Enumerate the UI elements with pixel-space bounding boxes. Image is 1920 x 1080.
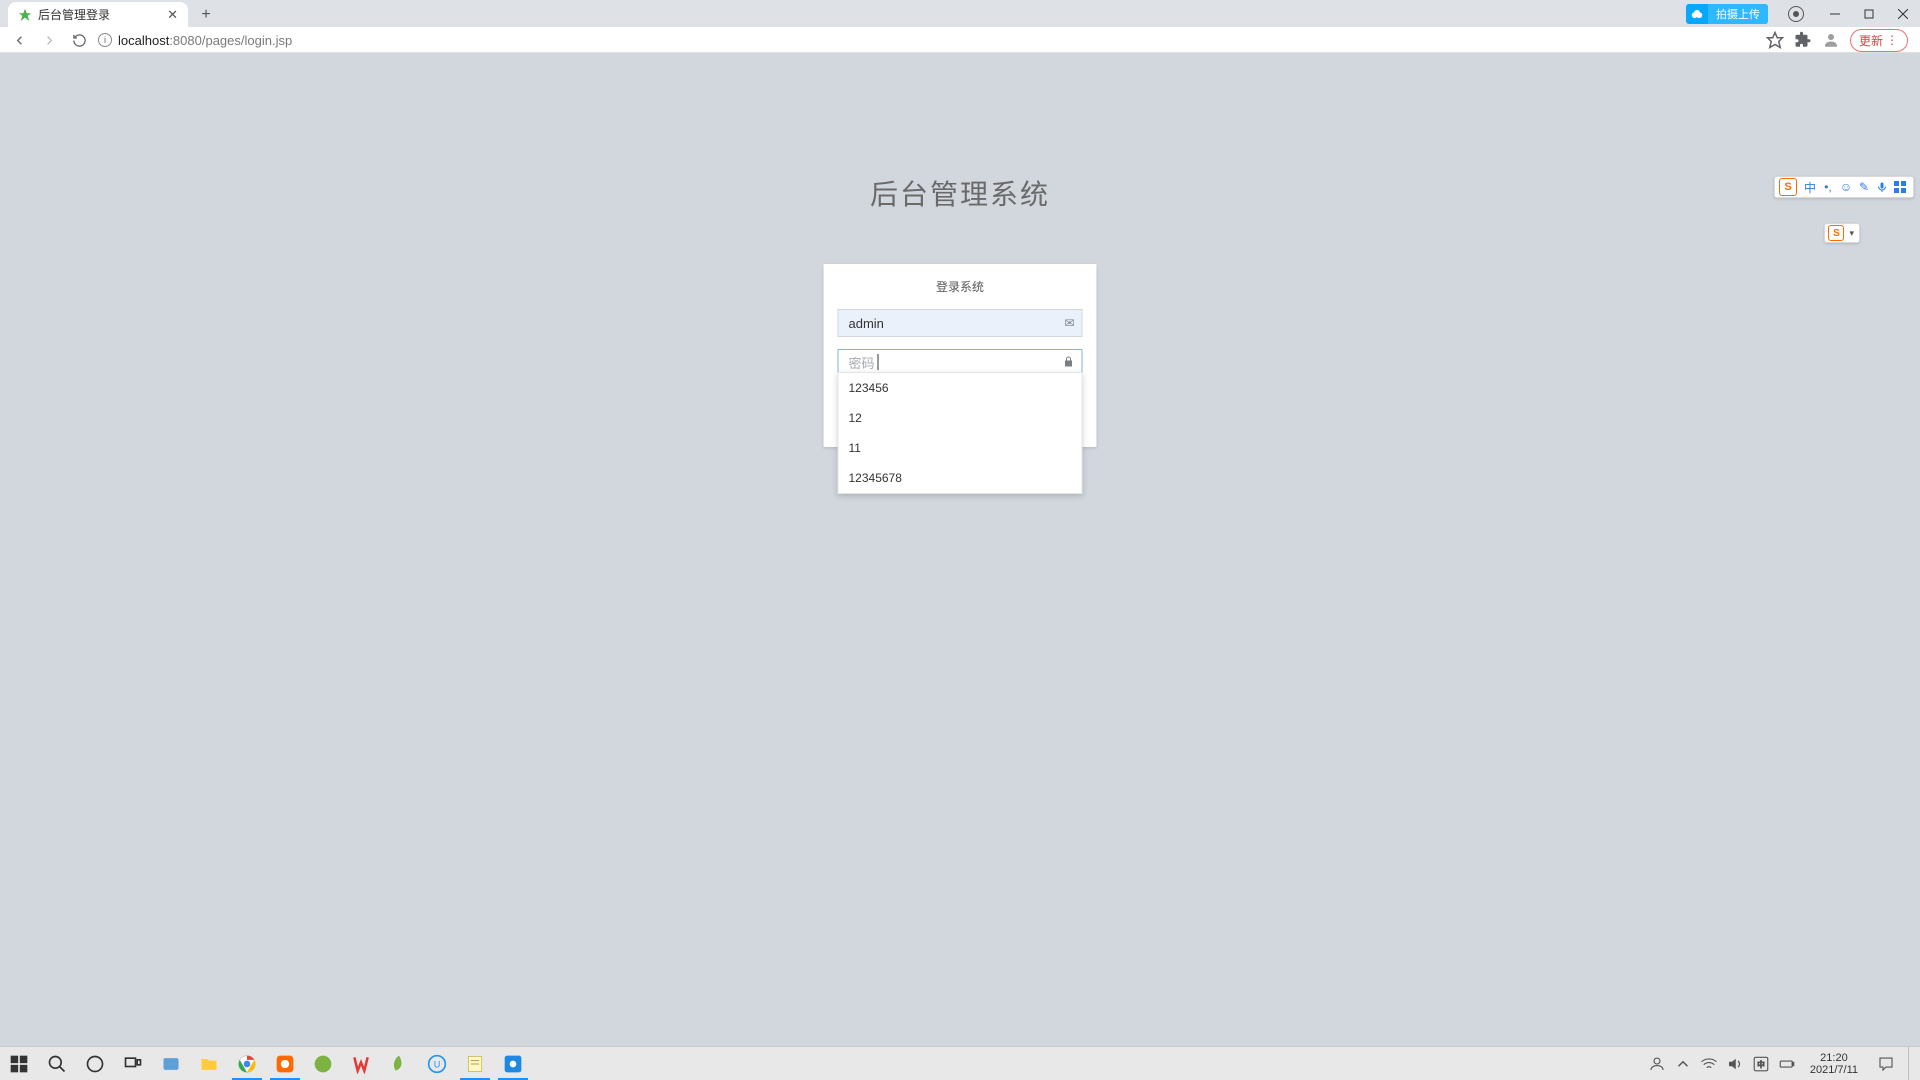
autocomplete-item[interactable]: 123456 [839,373,1082,403]
address-bar[interactable]: i localhost:8080/pages/login.jsp [98,33,1758,48]
url-port: :8080 [169,33,202,48]
people-icon[interactable] [1648,1055,1666,1073]
svg-text:中: 中 [1757,1059,1765,1069]
update-label: 更新 [1859,32,1883,49]
ime-voice-icon[interactable] [1873,178,1891,196]
svg-text:U: U [434,1059,441,1069]
file-explorer-icon[interactable] [190,1047,228,1080]
taskbar-app-leaf[interactable] [380,1047,418,1080]
password-autocomplete-dropdown: 123456 12 11 12345678 [838,372,1083,494]
taskbar-app-green[interactable] [304,1047,342,1080]
clock-time: 21:20 [1810,1052,1858,1064]
battery-icon[interactable] [1778,1055,1796,1073]
text-cursor-icon [878,354,879,370]
extensions-icon[interactable] [1794,31,1812,49]
account-status-icon[interactable] [1788,6,1804,22]
taskbar-app-1[interactable] [152,1047,190,1080]
taskbar-left: U [0,1047,532,1080]
new-tab-button[interactable]: + [194,3,218,27]
tab-close-icon[interactable]: ✕ [167,7,178,23]
network-icon[interactable] [1700,1055,1718,1073]
browser-tab[interactable]: 后台管理登录 ✕ [8,2,188,27]
toolbar-right-icons: 更新 ⋮ [1766,29,1912,52]
reload-button[interactable] [68,29,90,51]
ime-mini-bar[interactable]: S ▾ [1824,223,1860,243]
close-window-button[interactable] [1886,0,1920,27]
menu-dots-icon: ⋮ [1886,33,1899,47]
tab-strip: 后台管理登录 ✕ + 拍摄上传 [0,0,1920,27]
start-button[interactable] [0,1047,38,1080]
autocomplete-item[interactable]: 12345678 [839,463,1082,493]
profile-avatar-icon[interactable] [1822,31,1840,49]
action-center-icon[interactable] [1872,1047,1900,1080]
forward-button[interactable] [38,29,60,51]
cloud-icon [1686,7,1708,21]
ime-punctuation-icon[interactable]: •, [1819,178,1837,196]
search-button[interactable] [38,1047,76,1080]
username-field: ✉ [838,309,1083,337]
sogou-logo-icon: S [1828,225,1844,241]
envelope-icon: ✉ [1064,316,1074,330]
bookmark-star-icon[interactable] [1766,31,1784,49]
browser-chrome: 后台管理登录 ✕ + 拍摄上传 i [0,0,1920,53]
tray-expand-icon[interactable] [1674,1055,1692,1073]
ime-toolbar[interactable]: S 中 •, ☺ ✎ [1774,176,1914,198]
page-title: 后台管理系统 [870,173,1050,213]
tab-favicon-icon [18,8,32,22]
tab-title: 后台管理登录 [38,6,161,23]
url-path: /pages/login.jsp [202,33,292,48]
update-button[interactable]: 更新 ⋮ [1850,29,1908,52]
window-controls: 拍摄上传 [1686,0,1920,27]
taskbar-clock[interactable]: 21:20 2021/7/11 [1804,1052,1864,1076]
url-host: localhost [118,33,169,48]
ime-skin-icon[interactable]: ✎ [1855,178,1873,196]
maximize-button[interactable] [1852,0,1886,27]
username-input[interactable] [838,309,1083,337]
taskbar-app-note[interactable] [456,1047,494,1080]
volume-icon[interactable] [1726,1055,1744,1073]
taskbar-app-recorder[interactable] [494,1047,532,1080]
autocomplete-item[interactable]: 11 [839,433,1082,463]
ime-mode-label[interactable]: 中 [1801,178,1819,196]
clock-date: 2021/7/11 [1810,1064,1858,1076]
ime-toolbox-icon[interactable] [1891,178,1909,196]
site-info-icon[interactable]: i [98,33,112,47]
address-bar-row: i localhost:8080/pages/login.jsp 更新 ⋮ [0,27,1920,53]
minimize-button[interactable] [1818,0,1852,27]
autocomplete-item[interactable]: 12 [839,403,1082,433]
ime-tray-icon[interactable]: 中 [1752,1055,1770,1073]
back-button[interactable] [8,29,30,51]
taskbar-app-blue-u[interactable]: U [418,1047,456,1080]
lock-icon [1063,356,1075,371]
page-content: 后台管理系统 登录系统 ✉ 123456 12 11 12345678 S 中 … [0,53,1920,1080]
sogou-logo-icon: S [1779,178,1797,196]
show-desktop-button[interactable] [1908,1047,1914,1080]
panel-header: 登录系统 [838,278,1083,295]
windows-taskbar: U 中 21:20 2021/7/11 [0,1046,1920,1080]
baidu-upload-badge[interactable]: 拍摄上传 [1686,4,1768,24]
task-view-button[interactable] [114,1047,152,1080]
cortana-button[interactable] [76,1047,114,1080]
ime-dropdown-icon[interactable]: ▾ [1847,228,1856,239]
taskbar-app-orange[interactable] [266,1047,304,1080]
ime-emoji-icon[interactable]: ☺ [1837,178,1855,196]
chrome-icon[interactable] [228,1047,266,1080]
wps-icon[interactable] [342,1047,380,1080]
taskbar-right: 中 21:20 2021/7/11 [1648,1047,1920,1080]
baidu-upload-label: 拍摄上传 [1708,4,1768,24]
